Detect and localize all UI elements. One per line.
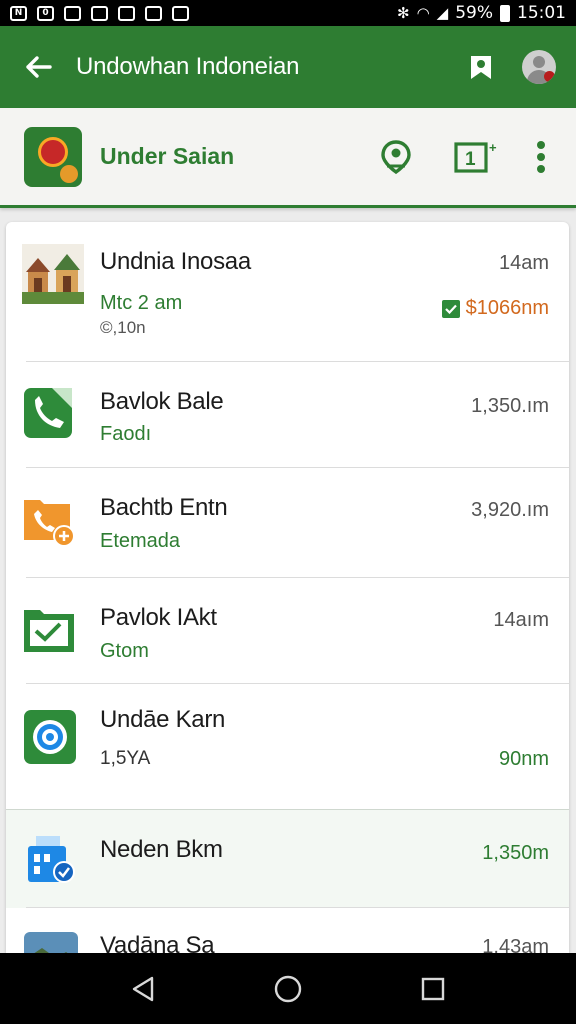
item-time: 14aım — [493, 609, 549, 631]
bluetooth-icon: ✻ — [396, 4, 410, 22]
item-title: Neden Bkm — [100, 836, 223, 863]
temple-image-icon — [22, 244, 84, 309]
item-title: Vadāna Sa — [100, 932, 215, 953]
notification-image-icon — [145, 5, 162, 21]
notification-tag-icon — [118, 5, 135, 21]
document-check-icon — [22, 834, 78, 893]
notification-cloud-icon — [172, 5, 189, 21]
arrow-left-icon — [26, 56, 52, 78]
orange-folder-icon — [22, 492, 78, 553]
back-button[interactable] — [0, 26, 76, 108]
list-item[interactable]: Undāe Karn 1,5YA 90nm — [6, 684, 569, 810]
transaction-list: Undnia Inosaa Mtc 2 am ©,10n 14am $1066n… — [6, 222, 569, 953]
circle-home-icon — [274, 975, 302, 1002]
signal-icon: ◢ — [436, 4, 449, 22]
garuda-logo-icon — [24, 126, 82, 187]
triangle-back-icon — [132, 976, 153, 1001]
item-subtitle: Faodı — [100, 423, 152, 445]
status-bar: N 0 ✻ ◠ ◢ 59% 15:01 — [0, 0, 576, 26]
item-subtitle-text: Mtc 2 am — [100, 292, 183, 314]
add-page-icon: 1 + — [454, 140, 497, 173]
item-subtitle: Etemada — [100, 530, 181, 552]
battery-percent: 59% — [455, 3, 493, 23]
item-subtitle: 1,5YA — [100, 748, 151, 769]
notification-bag-icon — [64, 5, 81, 21]
list-item[interactable]: Bavlok Bale Faodı 1,350.ım — [6, 362, 569, 468]
location-pin-icon — [381, 139, 411, 174]
item-title: Pavlok IAkt — [100, 604, 217, 631]
app-title: Undowhan Indoneian — [76, 53, 300, 80]
green-folder-check-icon — [22, 604, 78, 665]
app-bar: Undowhan Indoneian — [0, 26, 576, 108]
new-item-button[interactable]: 1 + — [436, 107, 516, 207]
notification-n-icon: N — [10, 5, 27, 21]
item-time: 14am — [498, 252, 549, 274]
nav-recents-button[interactable] — [403, 959, 463, 1019]
list-item[interactable]: Vadāna Sa 1,43am — [6, 908, 569, 953]
avatar-badge-icon — [544, 71, 555, 82]
list-item[interactable]: Neden Bkm 1,350m — [6, 810, 569, 908]
notification-grid-icon — [91, 5, 108, 21]
more-options-button[interactable] — [516, 107, 566, 207]
list-item[interactable]: Pavlok IAkt Gtom 14aım — [6, 578, 569, 684]
notification-icons: N 0 — [10, 5, 189, 21]
section-title: Under Saian — [100, 143, 235, 169]
avatar[interactable] — [522, 50, 556, 84]
add-page-plus: + — [489, 140, 497, 155]
navigation-bar — [0, 953, 576, 1024]
add-page-glyph: 1 — [465, 149, 476, 170]
location-button[interactable] — [356, 107, 436, 207]
section-header: Under Saian 1 + — [0, 108, 576, 208]
nav-back-button[interactable] — [113, 959, 173, 1019]
clock: 15:01 — [517, 3, 566, 23]
list-item[interactable]: Bachtb Entn Etemada 3,920.ım — [6, 468, 569, 578]
item-amount: 90nm — [498, 748, 549, 770]
bookmark-icon — [471, 56, 491, 79]
item-meta: ©,10n — [100, 318, 146, 337]
notification-circle-icon: 0 — [37, 5, 54, 21]
item-title: Bachtb Entn — [100, 494, 228, 521]
check-icon — [441, 299, 460, 318]
item-amount: 1,350m — [482, 842, 549, 864]
item-subtitle: Gtom — [100, 640, 149, 662]
item-amount-value: $1066nm — [465, 297, 549, 319]
item-title: Undnia Inosaa — [100, 248, 251, 275]
item-amount: 3,920.ım — [471, 499, 549, 521]
square-recents-icon — [422, 977, 445, 1000]
item-title: Bavlok Bale — [100, 388, 224, 415]
bookmark-button[interactable] — [450, 26, 512, 108]
item-amount: 1,43am — [482, 936, 549, 953]
target-app-icon — [22, 708, 78, 771]
list-item[interactable]: Undnia Inosaa Mtc 2 am ©,10n 14am $1066n… — [6, 222, 569, 362]
landscape-image-icon — [22, 930, 80, 953]
phone-app-icon — [22, 386, 76, 445]
wifi-icon: ◠ — [416, 4, 430, 22]
more-vert-icon — [537, 140, 545, 173]
item-subtitle: Mtc 2 am — [100, 292, 182, 315]
item-title: Undāe Karn — [100, 706, 226, 733]
item-amount: $1066nm — [441, 297, 549, 320]
nav-home-button[interactable] — [258, 959, 318, 1019]
battery-icon — [500, 4, 510, 22]
item-amount: 1,350.ım — [471, 395, 549, 417]
